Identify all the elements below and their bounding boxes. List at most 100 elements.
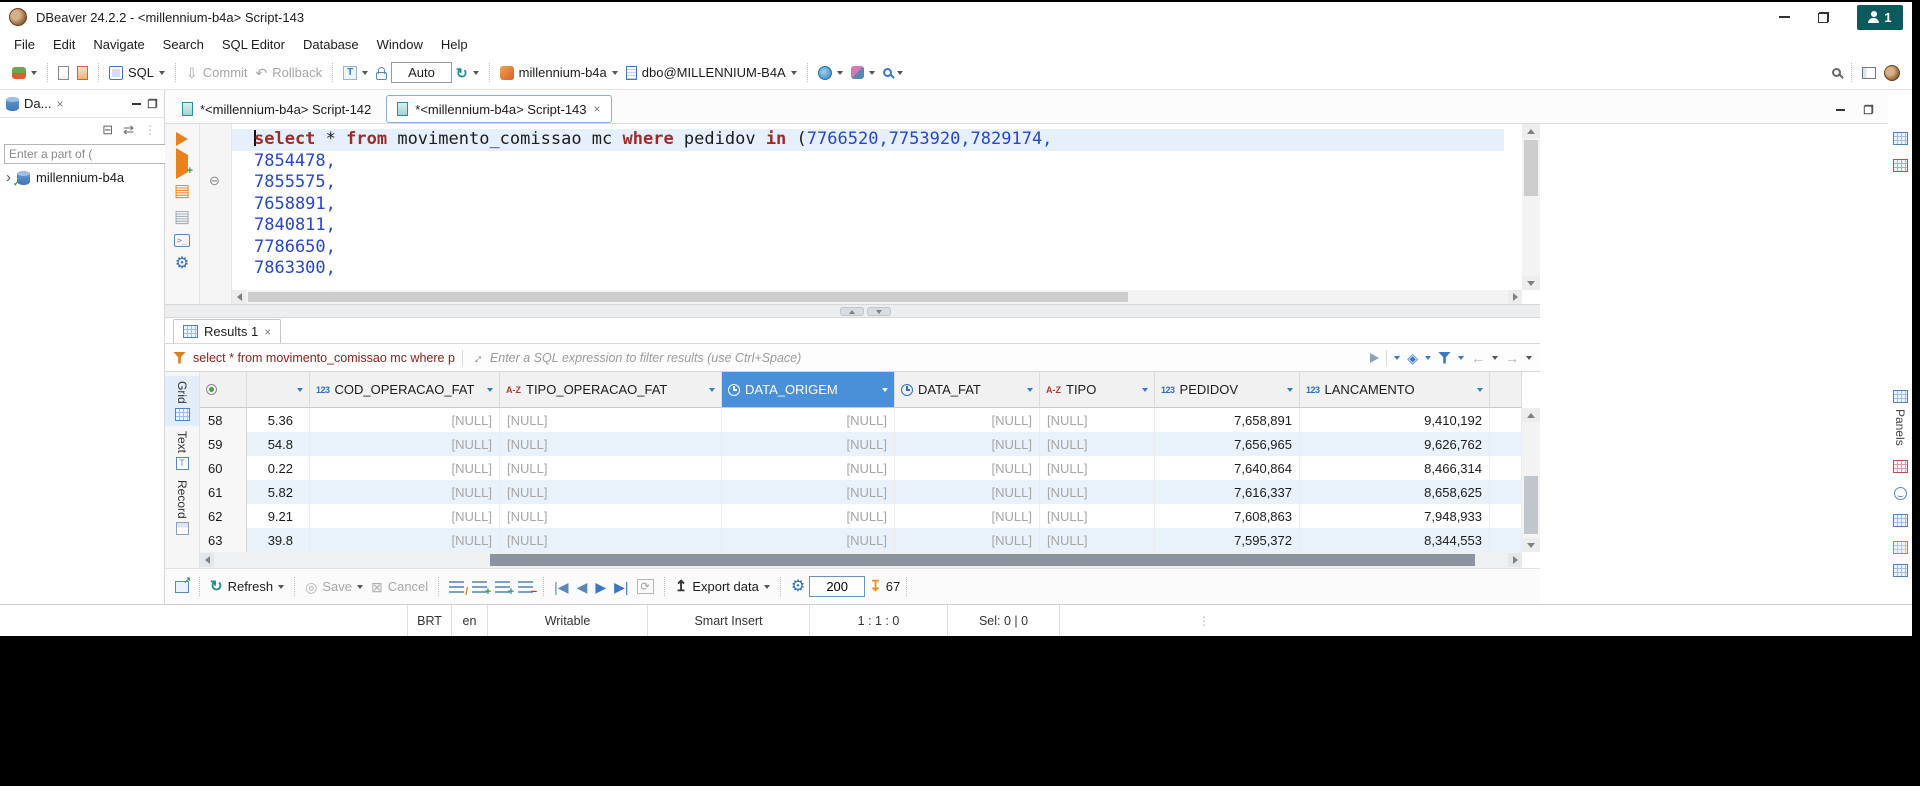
cell[interactable]: [NULL] [722,528,895,552]
minimize-view-icon[interactable] [132,102,141,105]
filter-query-text[interactable]: select * from movimento_comissao mc wher… [193,351,455,365]
cell[interactable]: [NULL] [1040,528,1155,552]
search-everywhere-button[interactable] [1828,66,1845,79]
save-button[interactable]: ◎ Save [301,577,367,596]
scroll-right-button[interactable] [1508,290,1522,304]
cell[interactable]: 9,410,192 [1300,408,1490,432]
cell[interactable]: [NULL] [722,504,895,528]
fetch-page-button[interactable]: ⟳ [633,577,658,596]
add-row-button[interactable] [468,579,491,598]
cell[interactable]: [NULL] [1040,480,1155,504]
cell[interactable]: 8,466,314 [1300,456,1490,480]
nav-back-icon[interactable]: ← [1471,351,1485,365]
column-header-data-fat[interactable]: DATA_FAT [895,372,1040,408]
filler-cell[interactable] [1490,528,1522,552]
column-header-tipo-operacao-fat[interactable]: A-Z TIPO_OPERACAO_FAT [500,372,722,408]
cancel-button[interactable]: ⊠ Cancel [367,577,432,596]
execute-statement-button[interactable] [176,132,188,146]
filters-menu-dropdown[interactable] [1458,355,1464,360]
open-grid-editor-button[interactable] [171,575,193,595]
commit-button[interactable]: ⇩ Commit [182,63,252,82]
explain-plan-button[interactable]: ▤ [174,208,190,225]
cell[interactable]: 9,626,762 [1300,432,1490,456]
cell[interactable]: [NULL] [895,408,1040,432]
scroll-down-button[interactable] [1522,276,1540,290]
scroll-left-button[interactable] [200,553,214,567]
profile-button[interactable] [1880,63,1904,83]
scrollbar-thumb[interactable] [1524,476,1538,534]
row-number[interactable]: 62 [200,504,247,528]
collapse-all-icon[interactable]: ⊟ [102,122,113,138]
cell[interactable]: [NULL] [500,528,722,552]
select-all-corner[interactable] [200,372,247,408]
save-filter-icon[interactable]: ◈ [1407,351,1418,365]
nav-forward-icon[interactable]: → [1505,351,1519,365]
cell[interactable]: 7,616,337 [1155,480,1300,504]
refresh-button[interactable]: ↻ Refresh [206,577,288,596]
filler-cell[interactable] [1490,408,1522,432]
scroll-up-button[interactable] [1522,124,1540,138]
editor-results-splitter[interactable] [165,304,1540,318]
filter-input[interactable]: Enter a SQL expression to filter results… [490,351,1363,365]
link-editor-icon[interactable]: ⇄ [123,122,134,138]
search-metadata-button[interactable] [879,66,907,79]
delete-row-button[interactable] [514,579,537,598]
cell[interactable]: [NULL] [310,504,500,528]
tree-item-connection[interactable]: › millennium-b4a [0,166,164,189]
maximize-view-icon[interactable] [147,98,158,109]
cell[interactable]: [NULL] [1040,432,1155,456]
cell[interactable]: [NULL] [895,480,1040,504]
row-number[interactable]: 59 [200,432,247,456]
restore-icon[interactable] [1818,11,1829,23]
view-menu-grip[interactable]: ⋮ [144,123,156,137]
sql-editor[interactable]: + ▤ ▤ >_ ⚙ ⊖ select * from movimento_com… [165,124,1540,304]
cell[interactable]: [NULL] [722,456,895,480]
filter-history-dropdown[interactable] [1394,355,1401,360]
editor-settings-button[interactable]: ⚙ [175,256,189,272]
tab-script-143[interactable]: *<millennium-b4a> Script-143 × [386,95,612,123]
next-row-button[interactable]: ▶ [591,578,610,596]
duplicate-row-button[interactable] [491,579,514,598]
collapse-up-button[interactable] [840,307,864,316]
grid-h-scrollbar[interactable] [200,552,1522,568]
first-row-button[interactable]: |◀ [550,578,572,596]
close-results-icon[interactable]: × [264,325,271,339]
export-data-button[interactable]: ↥ Export data [671,577,774,596]
tab-grid[interactable]: Grid [165,376,199,426]
cell[interactable]: [NULL] [722,408,895,432]
transaction-mode-button[interactable]: T [339,64,372,82]
cell[interactable]: 7,640,864 [1155,456,1300,480]
value-viewer-panel-icon[interactable] [1892,459,1908,473]
column-dropdown-icon[interactable] [882,387,888,392]
editor-v-scrollbar[interactable] [1522,124,1540,290]
scrollbar-thumb[interactable] [490,554,1475,566]
column-header-clipped[interactable] [247,372,310,408]
menu-window[interactable]: Window [368,35,432,54]
scrollbar-thumb[interactable] [1524,140,1538,196]
grid-settings-button[interactable]: ⚙ [787,577,809,597]
last-row-button[interactable]: ▶| [610,578,632,596]
rollback-button[interactable]: ↶ Rollback [252,63,327,82]
execution-log-toggle-icon[interactable] [1892,159,1908,172]
fetch-size-input[interactable] [809,576,866,597]
status-writable[interactable]: Writable [488,605,648,636]
calc-row-count-button[interactable]: ↧ [865,577,886,596]
cell[interactable]: [NULL] [1040,408,1155,432]
filler-cell[interactable] [1490,480,1522,504]
grid-v-scrollbar[interactable] [1522,408,1540,552]
execute-new-tab-button[interactable]: + [176,148,193,179]
scroll-up-button[interactable] [1522,408,1540,422]
prev-row-button[interactable]: ◀ [573,578,592,596]
cell[interactable]: 7,608,863 [1155,504,1300,528]
metadata-panel-icon[interactable] [1892,563,1908,577]
maximize-editor-icon[interactable] [1863,104,1874,115]
cell[interactable]: [NULL] [895,528,1040,552]
transaction-log-button[interactable]: ↻ [452,64,483,82]
status-caret-position[interactable]: 1 : 1 : 0 [810,605,948,636]
cell[interactable]: [NULL] [310,432,500,456]
network-button[interactable] [814,64,847,82]
panels-toggle-icon[interactable] [1892,390,1908,403]
cell[interactable]: [NULL] [500,480,722,504]
menu-sql-editor[interactable]: SQL Editor [213,35,294,54]
presence-badge[interactable]: 1 [1857,4,1903,30]
